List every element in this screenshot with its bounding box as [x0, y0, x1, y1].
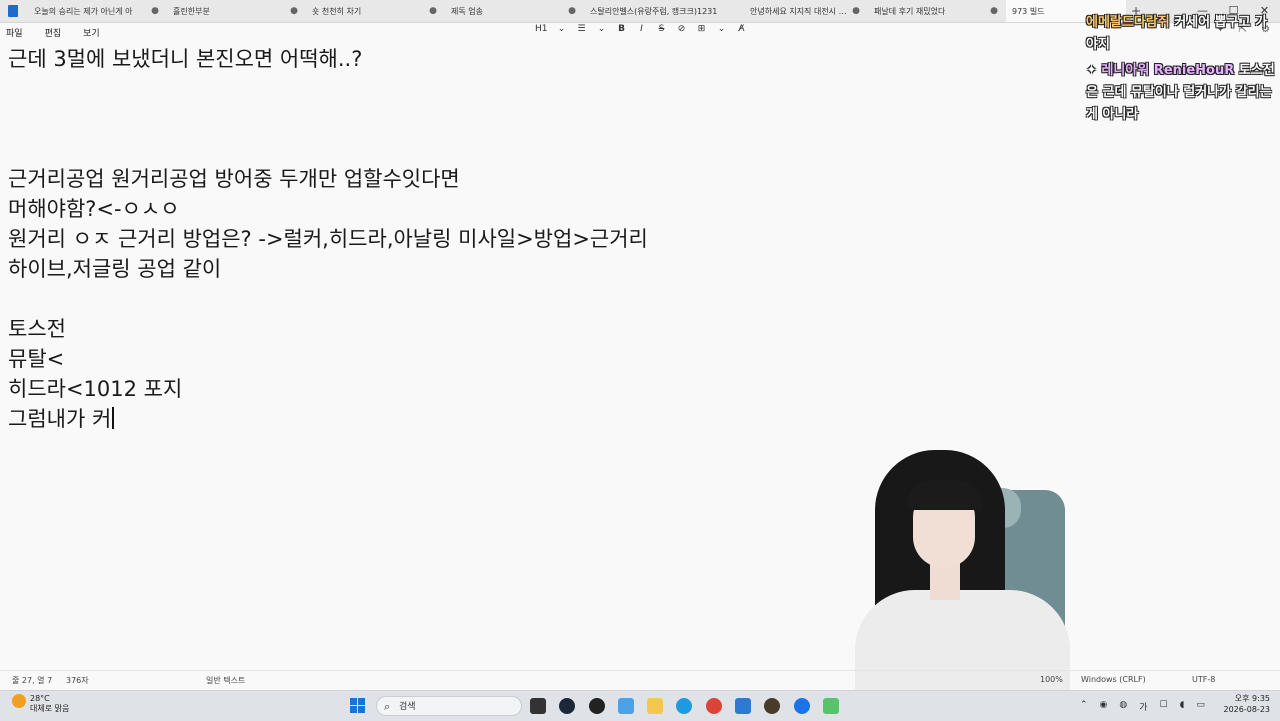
format-toolbar: H1 ⌄ ☰ ⌄ B I S ⊘ ⊞ ⌄ A̸ [535, 24, 748, 34]
chevron-down-icon[interactable]: ⌄ [716, 24, 728, 34]
weather-sun-icon [12, 694, 26, 708]
chat-username: 레니아워 RenieHouR [1101, 63, 1235, 78]
encoding[interactable]: UTF-8 [1192, 675, 1215, 684]
chevron-down-icon[interactable]: ⌄ [556, 24, 568, 34]
editor-line: 근거리공업 원거리공업 방어중 두개만 업할수잇다면 [8, 167, 460, 191]
tab[interactable]: 오늘의 승리는 제가 아닌게 아 ● [28, 0, 167, 22]
battery-icon[interactable]: ▭ [1196, 700, 1205, 713]
status-bar: 줄 27, 열 7 376자 일반 텍스트 100% Windows (CRLF… [0, 670, 1280, 689]
tray-app-icon[interactable]: ◍ [1119, 700, 1127, 713]
tab-dot-icon[interactable]: ● [151, 6, 159, 16]
tab-dot-icon[interactable]: ● [429, 6, 437, 16]
chat-message: 에메랄드다람쥐 커세어 뽑구고 가야지 [1086, 12, 1276, 56]
tab[interactable]: 제독 업송 ● [445, 0, 584, 22]
store-icon[interactable] [735, 698, 751, 714]
app-icon[interactable] [589, 698, 605, 714]
tab-label: 흘린한부분 [173, 6, 210, 16]
person-bangs [907, 480, 983, 510]
volume-icon[interactable]: ◖ [1180, 700, 1185, 713]
strikethrough-button[interactable]: S [656, 24, 668, 34]
menu-file[interactable]: 파일 [6, 26, 23, 39]
tab-label: 오늘의 승리는 제가 아닌게 아 [34, 6, 133, 16]
notepad-app-icon [8, 5, 18, 17]
line-ending[interactable]: Windows (CRLF) [1081, 675, 1146, 684]
char-count: 376자 [66, 676, 89, 685]
tray-app-icon[interactable]: ◉ [1100, 700, 1108, 713]
windows-taskbar: 28°C 대체로 맑음 ⌕ 검색 ⌃ ◉ ◍ 가 ☐ ◖ ▭ 오후 9:35 2… [0, 690, 1280, 721]
bold-button[interactable]: B [616, 24, 628, 34]
list-dropdown[interactable]: ☰ [576, 24, 588, 34]
task-view-icon[interactable] [530, 698, 546, 714]
taskbar-search[interactable]: ⌕ 검색 [376, 696, 522, 716]
tab-dot-icon[interactable]: ● [568, 6, 576, 16]
editor-line: 뮤탈< [8, 347, 65, 371]
chevron-down-icon[interactable]: ⌄ [596, 24, 608, 34]
editor-line-text: 그럼내가 커 [8, 407, 112, 431]
zoom-level[interactable]: 100% [1040, 675, 1063, 684]
badge-icon: ✦ [1086, 63, 1097, 78]
network-icon[interactable]: ☐ [1160, 700, 1168, 713]
search-placeholder: 검색 [399, 702, 416, 712]
weather-text: 대체로 맑음 [30, 704, 70, 713]
weather-widget[interactable]: 28°C 대체로 맑음 [12, 694, 69, 714]
editor-line: 히드라<1012 포지 [8, 377, 183, 401]
tab-label: 패날데 후기 재밌었다 [874, 6, 946, 16]
clock-date: 2026-08-23 [1223, 705, 1271, 714]
chat-message: ✦ 레니아워 RenieHouR 토스전은 근데 뮤탈이나 럴커나가 갈리는게 … [1086, 60, 1276, 126]
search-icon: ⌕ [384, 700, 391, 713]
windows-start-icon[interactable] [350, 698, 366, 714]
steam-icon[interactable] [559, 698, 575, 714]
tab-label: 스탈리안벨스(유랑주럼, 캥크크)1231 [590, 6, 718, 16]
tab-label: 안녕하세요 지지직 대전시 수원 [750, 6, 849, 16]
table-button[interactable]: ⊞ [696, 24, 708, 34]
clock[interactable]: 오후 9:35 2026-08-23 [1224, 693, 1271, 715]
stream-chat-overlay: 에메랄드다람쥐 커세어 뽑구고 가야지 ✦ 레니아워 RenieHouR 토스전… [1086, 12, 1276, 126]
tab-dot-icon[interactable]: ● [990, 6, 998, 16]
system-tray: ⌃ ◉ ◍ 가 ☐ ◖ ▭ [1080, 700, 1205, 713]
obs-icon[interactable] [764, 698, 780, 714]
text-editor[interactable]: 근데 3멀에 보냈더니 본진오면 어떡해..? 근거리공업 원거리공업 방어중 … [8, 44, 1078, 434]
menu-view[interactable]: 보기 [83, 26, 100, 39]
heading-dropdown[interactable]: H1 [535, 24, 548, 34]
tab-label: 제독 업송 [451, 6, 483, 16]
editor-line: 토스전 [8, 317, 66, 341]
tab[interactable]: 패날데 후기 재밌었다 ● [868, 0, 1006, 22]
webcam-feed [855, 440, 1070, 690]
editor-line: 원거리 ㅇㅈ 근거리 방업은? ->럴커,히드라,아날링 미사일>방업>근거리 [8, 227, 648, 251]
editor-line: 근데 3멀에 보냈더니 본진오면 어떡해..? [8, 47, 363, 71]
clock-time: 오후 9:35 [1234, 694, 1270, 703]
tab[interactable]: 안녕하세요 지지직 대전시 수원 ● [744, 0, 868, 22]
tab-dot-icon[interactable]: ● [290, 6, 298, 16]
chat-username: 에메랄드다람쥐 [1086, 15, 1170, 30]
editor-line: 하이브,저글링 공업 같이 [8, 257, 222, 281]
link-button[interactable]: ⊘ [676, 24, 688, 34]
edge-icon[interactable] [676, 698, 692, 714]
editor-line: 머해야함?<-ㅇㅅㅇ [8, 197, 180, 221]
ime-indicator[interactable]: 가 [1139, 700, 1147, 713]
italic-button[interactable]: I [636, 24, 648, 34]
text-caret [112, 407, 114, 429]
menu-edit[interactable]: 편집 [45, 26, 62, 39]
clear-format-button[interactable]: A̸ [736, 24, 748, 34]
copilot-app-icon[interactable] [618, 698, 634, 714]
tab[interactable]: 흘린한부분 ● [167, 0, 306, 22]
temperature: 28°C [30, 694, 50, 703]
notepad-taskbar-icon[interactable] [823, 698, 839, 714]
chevron-up-icon[interactable]: ⌃ [1080, 700, 1088, 713]
editor-line-current: 그럼내가 커 [8, 404, 1078, 434]
file-explorer-icon[interactable] [647, 698, 663, 714]
ea-icon[interactable] [794, 698, 810, 714]
tab-dot-icon[interactable]: ● [852, 6, 860, 16]
cursor-position: 줄 27, 열 7 [12, 676, 53, 685]
tab-label: 숏 천천히 차기 [312, 6, 362, 16]
tab-label: 973 빌드 [1012, 6, 1045, 16]
text-format[interactable]: 일반 텍스트 [206, 675, 245, 686]
tab[interactable]: 숏 천천히 차기 ● [306, 0, 445, 22]
chrome-icon[interactable] [706, 698, 722, 714]
tab[interactable]: 스탈리안벨스(유랑주럼, 캥크크)1231 [584, 0, 744, 22]
